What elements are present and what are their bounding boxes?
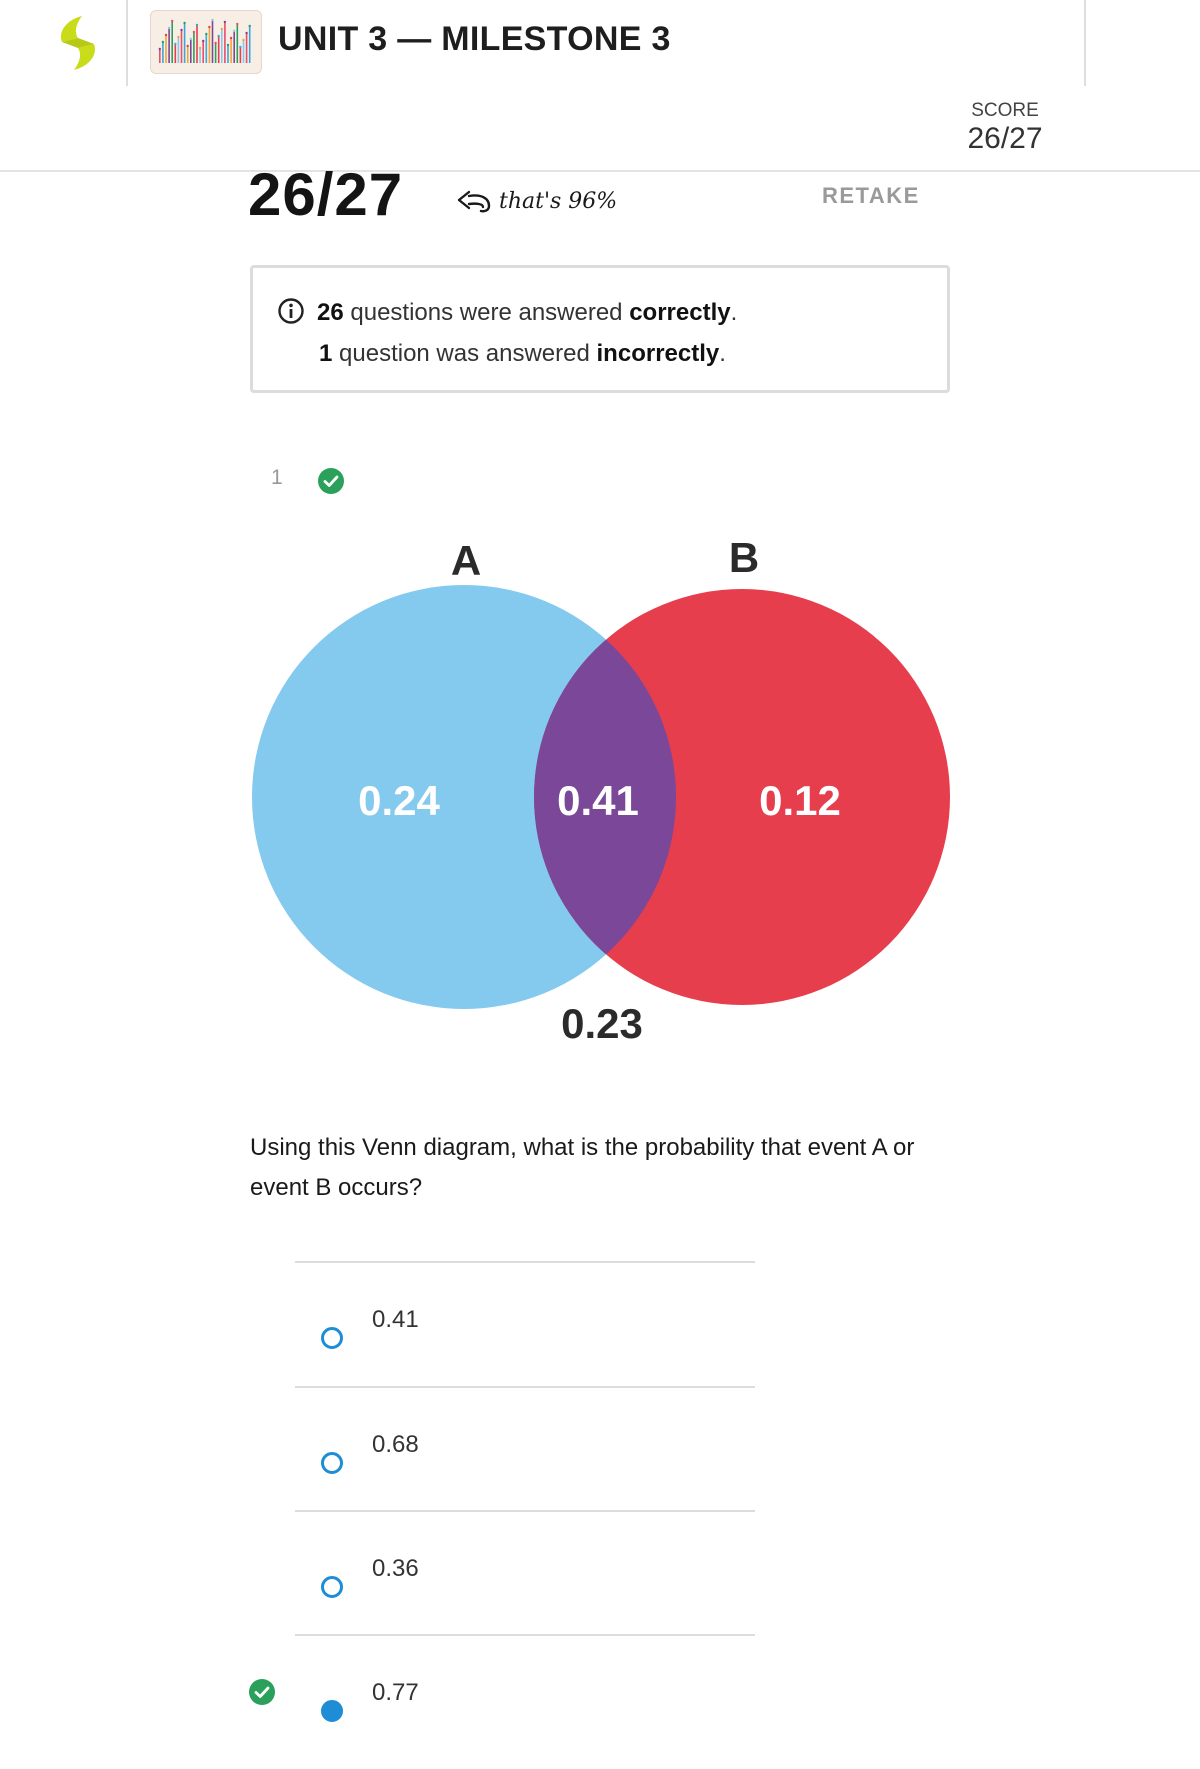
result-score: 26/27 (248, 161, 404, 228)
incorrect-count: 1 (319, 340, 333, 367)
venn-value-both: 0.41 (557, 777, 639, 824)
venn-label-a: A (451, 537, 481, 584)
venn-label-b: B (729, 534, 759, 581)
header-divider-left (126, 0, 128, 86)
choice-divider (295, 1261, 755, 1263)
answer-choice[interactable]: 0.68 (295, 1401, 755, 1521)
period: . (730, 299, 738, 326)
question-text: Using this Venn diagram, what is the pro… (250, 1134, 915, 1201)
incorrect-summary: 1 question was answered incorrectly. (319, 340, 726, 368)
correct-summary: 26 questions were answered correctly. (317, 299, 737, 327)
info-icon (278, 298, 304, 324)
answer-choice[interactable]: 0.41 (295, 1276, 755, 1396)
venn-value-only-a: 0.24 (358, 777, 440, 824)
score-value: 26/27 (967, 122, 1043, 155)
choice-divider (295, 1634, 755, 1636)
correct-answer-check-icon (249, 1679, 275, 1705)
incorrect-word: incorrectly (596, 340, 720, 367)
score-note: that's 96% (455, 186, 617, 216)
venn-circle-b (534, 589, 950, 1005)
choice-label: 0.41 (372, 1306, 419, 1333)
radio-button-selected[interactable] (321, 1700, 343, 1722)
correct-text: questions were answered (343, 299, 630, 326)
curved-arrow-icon (457, 190, 491, 213)
correct-check-icon (318, 468, 344, 494)
brand-logo-icon[interactable] (56, 14, 100, 72)
venn-value-neither: 0.23 (561, 1000, 643, 1047)
radio-button[interactable] (321, 1452, 343, 1474)
unit-title: UNIT 3 — MILESTONE 3 (278, 20, 671, 58)
retake-button[interactable]: RETAKE (822, 183, 920, 209)
venn-circle-a (252, 585, 676, 1009)
choice-label: 0.77 (372, 1679, 419, 1706)
correct-word: correctly (629, 299, 731, 326)
header-divider-right (1084, 0, 1086, 86)
choice-label: 0.68 (372, 1431, 419, 1458)
period: . (719, 340, 726, 367)
choice-label: 0.36 (372, 1555, 419, 1582)
results-info-box: 26 questions were answered correctly. 1 … (250, 265, 950, 393)
venn-value-only-b: 0.12 (759, 777, 841, 824)
top-header: UNIT 3 — MILESTONE 3 SCORE 26/27 (0, 0, 1200, 172)
radio-button[interactable] (321, 1327, 343, 1349)
percentage-note: that's 96% (499, 188, 618, 214)
choice-divider (295, 1510, 755, 1512)
question-number: 1 (271, 466, 283, 489)
choice-divider (295, 1386, 755, 1388)
score-label: SCORE (971, 100, 1039, 121)
answer-choice-selected[interactable]: 0.77 (295, 1649, 755, 1769)
radio-button[interactable] (321, 1576, 343, 1598)
venn-intersection (534, 589, 676, 1005)
correct-count: 26 (317, 299, 344, 326)
bar-chart-thumbnail-icon (150, 10, 262, 74)
incorrect-text: question was answered (332, 340, 597, 367)
answer-choice[interactable]: 0.36 (295, 1525, 755, 1645)
